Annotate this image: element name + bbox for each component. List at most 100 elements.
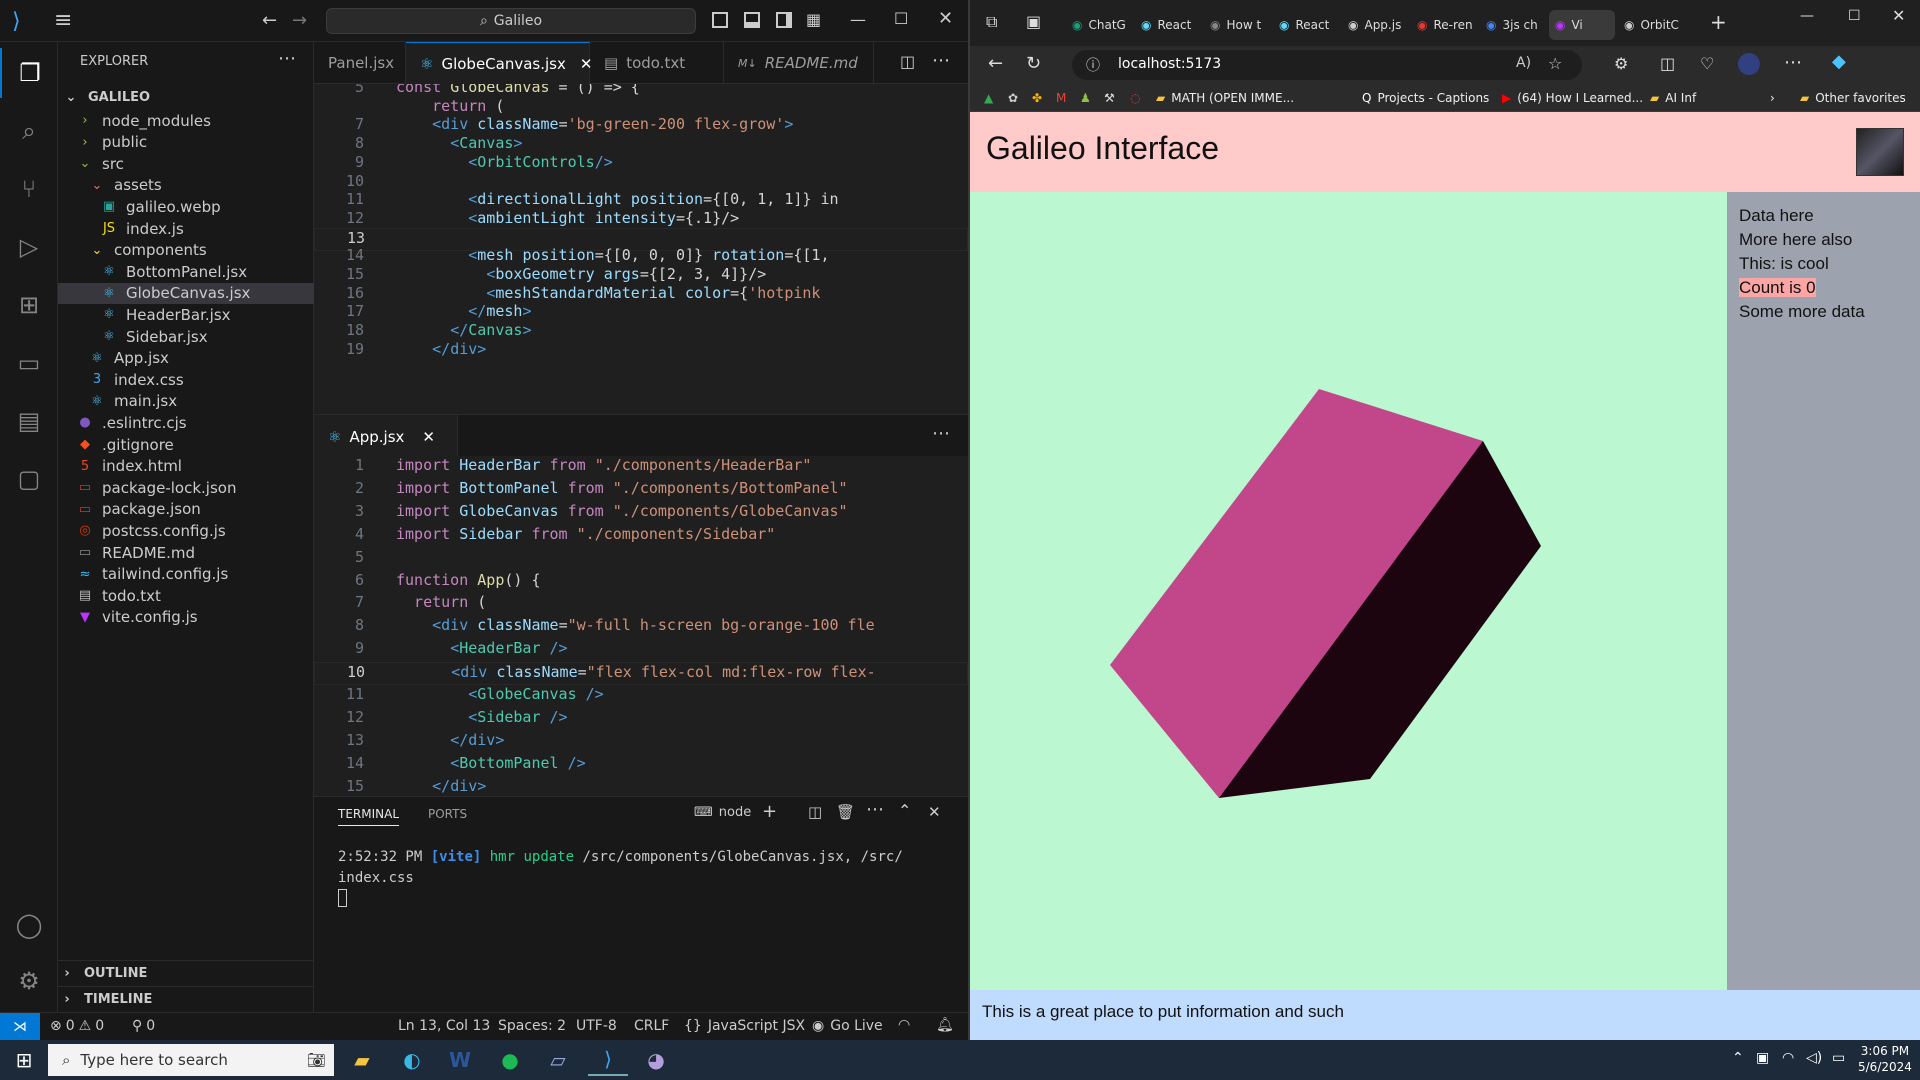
notes-icon[interactable]: ▱: [538, 1044, 578, 1076]
maximize-icon[interactable]: ☐: [894, 9, 908, 28]
volume-icon[interactable]: ◁): [1806, 1050, 1822, 1066]
account-icon[interactable]: ◯: [0, 900, 58, 950]
reload-icon[interactable]: ↻: [1026, 53, 1041, 74]
forward-arrow-icon[interactable]: →: [292, 10, 307, 31]
back-arrow-icon[interactable]: ←: [988, 53, 1003, 74]
problems-indicator[interactable]: ⊗ 0 ⚠ 0: [50, 1018, 104, 1034]
tab-todo[interactable]: ▤ todo.txt: [590, 42, 724, 84]
word-icon[interactable]: W: [440, 1044, 480, 1076]
tree-folder[interactable]: ⌄ assets: [58, 175, 314, 196]
back-arrow-icon[interactable]: ←: [262, 10, 277, 31]
count-display[interactable]: Count is 0: [1739, 278, 1816, 297]
browser-tab[interactable]: ◉ 3js ch: [1480, 10, 1546, 40]
run-debug-icon[interactable]: ▷: [0, 222, 58, 272]
browser-tab[interactable]: ◉ OrbitC: [1618, 10, 1684, 40]
browser-tab[interactable]: ◉ App.js: [1342, 10, 1408, 40]
new-terminal-icon[interactable]: +: [762, 801, 777, 822]
more-actions-icon[interactable]: ⋯: [866, 799, 884, 820]
file-explorer-icon[interactable]: ▰: [342, 1044, 382, 1076]
terminal-output[interactable]: 2:52:32 PM [vite] hmr update /src/compon…: [338, 847, 938, 907]
go-live-button[interactable]: ◉ Go Live: [812, 1018, 883, 1034]
tree-file[interactable]: ▤ todo.txt: [58, 585, 314, 606]
tree-file[interactable]: ⚛ BottomPanel.jsx: [58, 261, 314, 282]
eol[interactable]: CRLF: [634, 1018, 669, 1034]
browser-tab[interactable]: ◉ How t: [1204, 10, 1270, 40]
sync-icon[interactable]: ◠: [898, 1017, 910, 1033]
tree-folder[interactable]: ⌄ components: [58, 240, 314, 261]
tree-file[interactable]: ● .eslintrc.cjs: [58, 412, 314, 433]
extensions-icon[interactable]: ⚙: [1614, 54, 1628, 73]
browser-tab[interactable]: ◉ React: [1135, 10, 1201, 40]
tree-folder[interactable]: › node_modules: [58, 110, 314, 131]
terminal-shell-selector[interactable]: ⌨ node: [694, 805, 751, 820]
favorite-youtube[interactable]: ▶ (64) How I Learned...: [1502, 88, 1643, 108]
tree-file[interactable]: ▭ package.json: [58, 499, 314, 520]
battery-icon[interactable]: ▭: [1832, 1050, 1845, 1066]
browser-essentials-icon[interactable]: ♡: [1700, 54, 1714, 73]
favorite-projects-captions[interactable]: Q Projects - Captions: [1362, 88, 1489, 108]
menu-icon[interactable]: ≡: [54, 8, 72, 33]
tree-file[interactable]: ▼ vite.config.js: [58, 607, 314, 628]
favorite-app-chatgpt-icon[interactable]: ✿: [1008, 88, 1018, 108]
tree-file[interactable]: ▭ README.md: [58, 542, 314, 563]
encoding[interactable]: UTF-8: [576, 1018, 617, 1034]
editor-globecanvas[interactable]: 5 const GlobeCanvas = () => { return (7 <…: [314, 84, 968, 414]
more-actions-icon[interactable]: ⋯: [932, 50, 950, 71]
command-center-search[interactable]: ⌕ Galileo: [326, 8, 696, 34]
toggle-sidebar-icon[interactable]: [712, 12, 728, 28]
close-icon[interactable]: ✕: [938, 8, 953, 29]
taskbar-search[interactable]: ⌕ Type here to search 📷︎: [48, 1044, 334, 1076]
tree-file[interactable]: ⚛ HeaderBar.jsx: [58, 304, 314, 325]
copilot-icon[interactable]: ◆: [1832, 51, 1846, 72]
favorite-star-icon[interactable]: ☆: [1548, 54, 1562, 73]
customize-layout-icon[interactable]: ▦: [806, 10, 821, 29]
favorite-folder-math[interactable]: ▰ MATH (OPEN IMME...: [1156, 88, 1294, 108]
maximize-panel-icon[interactable]: ⌃: [898, 801, 911, 820]
favorite-app-circle-icon[interactable]: ◌: [1130, 88, 1140, 108]
tree-file[interactable]: ▭ package-lock.json: [58, 477, 314, 498]
close-panel-icon[interactable]: ✕: [928, 803, 941, 821]
extensions-icon[interactable]: ⊞: [0, 280, 58, 330]
toggle-panel-icon[interactable]: [744, 12, 760, 28]
tab-panel[interactable]: Panel.jsx: [314, 42, 406, 84]
minimize-icon[interactable]: —: [850, 10, 866, 29]
tab-app[interactable]: ⚛ App.jsx ✕: [314, 415, 458, 457]
chat-icon[interactable]: ▢: [0, 454, 58, 504]
address-bar[interactable]: ⓘ localhost:5173 A) ☆: [1072, 50, 1582, 80]
tab-globecanvas[interactable]: ⚛ GlobeCanvas.jsx ✕: [406, 42, 592, 84]
split-editor-icon[interactable]: ◫: [900, 52, 915, 71]
tree-file[interactable]: ◆ .gitignore: [58, 434, 314, 455]
taskbar-clock[interactable]: 3:06 PM 5/6/2024: [1858, 1043, 1912, 1075]
tab-actions-icon[interactable]: ▣: [1026, 12, 1041, 31]
favorite-app-drive-icon[interactable]: ▲: [984, 88, 993, 108]
tree-file[interactable]: ⚛ GlobeCanvas.jsx: [58, 282, 314, 304]
tree-file[interactable]: 3 index.css: [58, 369, 314, 390]
vscode-taskbar-icon[interactable]: ⟩: [588, 1044, 628, 1076]
tray-app-icon[interactable]: ▣: [1756, 1050, 1769, 1066]
spotify-icon[interactable]: ●: [490, 1044, 530, 1076]
favorites-overflow-icon[interactable]: ›: [1770, 88, 1775, 108]
minimize-icon[interactable]: —: [1800, 8, 1814, 24]
editor-app[interactable]: 1 import HeaderBar from "./components/Hea…: [314, 456, 968, 794]
other-favorites[interactable]: ▰ Other favorites: [1800, 88, 1906, 108]
source-control-icon[interactable]: ⑂: [0, 164, 58, 214]
terminal-tab[interactable]: TERMINAL: [338, 807, 400, 826]
favorite-app-figure-icon[interactable]: ♟: [1080, 88, 1091, 108]
trash-icon[interactable]: 🗑: [836, 803, 855, 821]
toggle-secondary-sidebar-icon[interactable]: [776, 12, 792, 28]
more-menu-icon[interactable]: ⋯: [1784, 52, 1802, 73]
tree-folder[interactable]: › public: [58, 132, 314, 153]
timeline-section[interactable]: › TIMELINE: [58, 986, 314, 1012]
tree-folder[interactable]: ⌄ src: [58, 153, 314, 174]
browser-tab[interactable]: ◉ React: [1273, 10, 1339, 40]
language-mode[interactable]: {} JavaScript JSX: [684, 1018, 805, 1034]
tray-chevron-icon[interactable]: ⌃: [1732, 1050, 1744, 1066]
favorite-folder-ai[interactable]: ▰ AI Inf: [1650, 88, 1696, 108]
tree-file[interactable]: ⚛ Sidebar.jsx: [58, 326, 314, 347]
split-terminal-icon[interactable]: ◫: [808, 803, 822, 821]
tree-file[interactable]: ⚛ main.jsx: [58, 391, 314, 412]
ports-tab[interactable]: PORTS: [428, 807, 467, 821]
cursor-position[interactable]: Ln 13, Col 13: [398, 1018, 490, 1034]
tab-readme[interactable]: M↓ README.md: [724, 42, 874, 84]
browser-tab[interactable]: ◉ Vi: [1549, 10, 1615, 40]
